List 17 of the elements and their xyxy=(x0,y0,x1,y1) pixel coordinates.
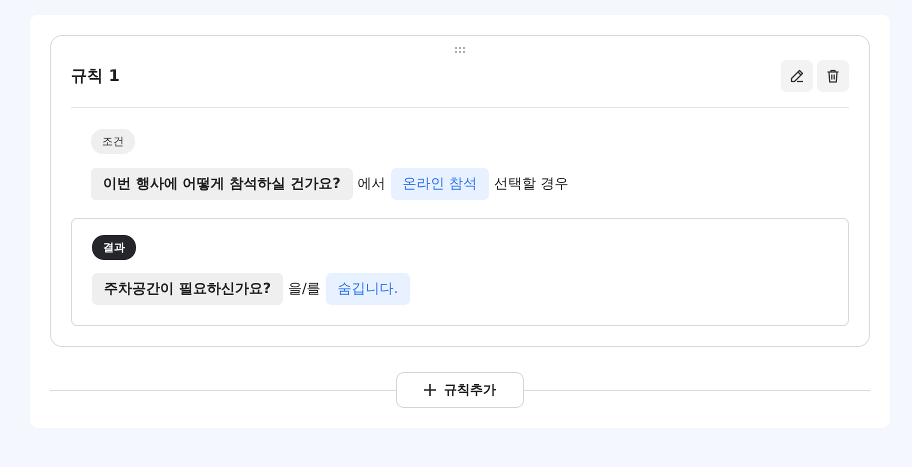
add-rule-button[interactable]: 규칙추가 xyxy=(396,372,524,408)
condition-label: 조건 xyxy=(91,129,135,154)
connector-text: 에서 xyxy=(358,175,386,193)
question-chip: 주차공간이 필요하신가요? xyxy=(92,273,283,305)
delete-button[interactable] xyxy=(817,60,849,92)
rule-title: 규칙 1 xyxy=(71,66,120,86)
pencil-icon xyxy=(789,68,805,84)
answer-chip: 온라인 참석 xyxy=(390,168,490,200)
drag-handle-icon[interactable] xyxy=(454,46,466,54)
edit-button[interactable] xyxy=(781,60,813,92)
trash-icon xyxy=(825,68,841,84)
result-label: 결과 xyxy=(92,235,136,260)
plus-icon xyxy=(424,384,436,396)
action-chip: 숨깁니다. xyxy=(326,273,410,305)
condition-text: 선택할 경우 xyxy=(494,175,569,193)
question-chip: 이번 행사에 어떻게 참석하실 건가요? xyxy=(91,168,353,200)
connector-text: 을/를 xyxy=(288,280,321,298)
